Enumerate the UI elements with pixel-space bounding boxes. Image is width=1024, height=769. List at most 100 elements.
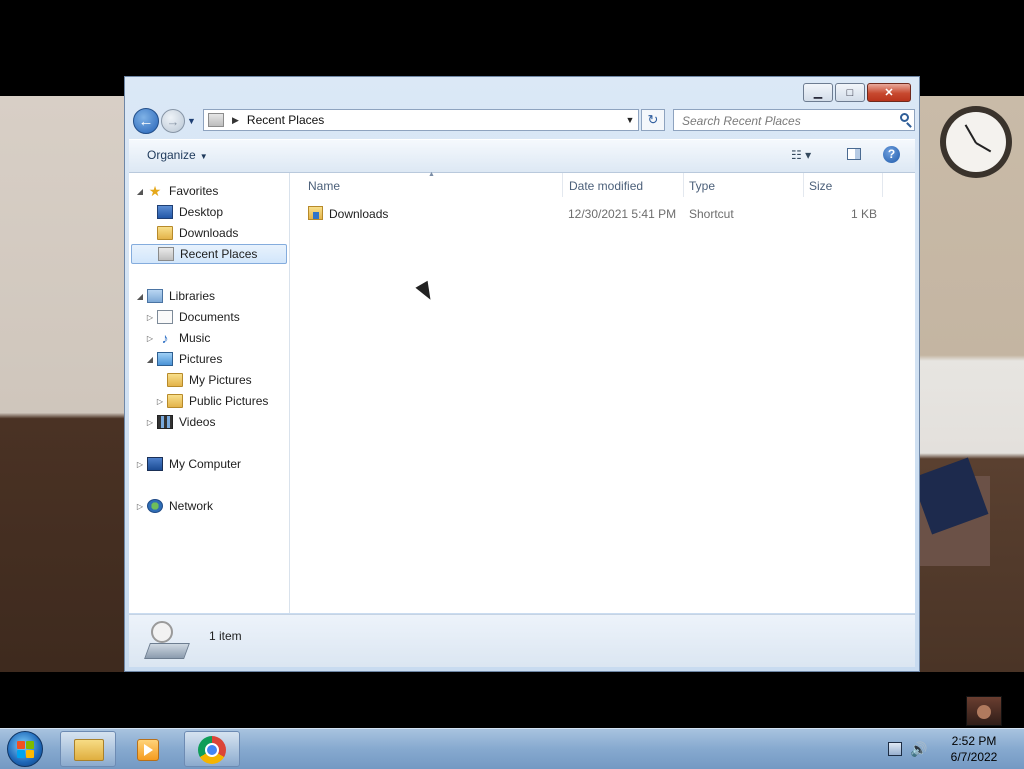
tree-label: Desktop [179,205,224,219]
expander-icon[interactable]: ▷ [135,502,145,511]
preview-pane-button[interactable] [847,148,861,160]
taskbar-chrome-button[interactable] [184,731,240,767]
taskbar-media-player-button[interactable] [122,731,178,767]
file-list: Name ▲ Date modified Type Size Downloads… [290,171,915,613]
tree-documents[interactable]: ▷ Documents [145,307,240,327]
media-player-icon [137,739,159,761]
libraries-icon [147,289,163,303]
computer-icon [147,457,163,471]
recent-places-icon [158,247,174,261]
close-button[interactable]: ✕ [867,83,911,102]
taskbar-explorer-button[interactable] [60,731,116,767]
expander-icon[interactable]: ▷ [145,313,155,322]
file-date-modified: 12/30/2021 5:41 PM [568,207,677,221]
search-icon[interactable] [900,113,909,122]
clock-date: 6/7/2022 [950,750,998,764]
tree-label: Public Pictures [189,394,269,408]
address-dropdown-icon[interactable]: ▼ [622,115,638,125]
address-bar[interactable]: ▶ Recent Places ▼ [203,109,639,131]
back-button[interactable]: ← [133,108,159,134]
column-header-name[interactable]: Name [308,179,340,193]
tree-label: Recent Places [180,247,258,261]
documents-icon [157,310,173,324]
tree-label: Videos [179,415,216,429]
folder-icon [74,739,104,761]
webcam-overlay [966,696,1002,726]
search-input[interactable] [680,110,894,132]
column-header-size[interactable]: Size [809,179,832,193]
tree-libraries[interactable]: ◢ Libraries [135,286,215,306]
tree-public-pictures[interactable]: ▷ Public Pictures [155,391,268,411]
recent-places-icon [208,113,224,127]
videos-icon [157,415,173,429]
navigation-bar: ← → ▼ ▶ Recent Places ▼ ↻ [133,108,915,134]
background-room-right [920,96,1024,672]
column-header-type[interactable]: Type [689,179,715,193]
recent-pages-dropdown[interactable]: ▼ [187,116,196,126]
taskbar-clock[interactable]: 2:52 PM 6/7/2022 [938,733,1010,765]
file-type: Shortcut [689,207,734,221]
tree-pictures[interactable]: ◢ Pictures [145,349,222,369]
expander-icon[interactable]: ◢ [145,355,155,364]
explorer-window: ▁ □ ✕ ← → ▼ ▶ Recent Places ▼ ↻ Organize… [124,76,920,672]
tree-label: Favorites [169,184,219,198]
tree-label: Libraries [169,289,216,303]
search-box[interactable] [673,109,915,132]
volume-icon[interactable]: 🔊 [910,741,927,758]
file-row[interactable]: Downloads 12/30/2021 5:41 PM Shortcut 1 … [304,203,904,225]
column-header-date-modified[interactable]: Date modified [569,179,643,193]
details-pane: 1 item [129,614,915,667]
expander-icon[interactable]: ◢ [135,187,145,196]
change-view-button[interactable]: ☷ ▾ [791,148,811,162]
breadcrumb-arrow-icon[interactable]: ▶ [232,115,239,126]
tree-videos[interactable]: ▷ Videos [145,412,215,432]
tree-music[interactable]: ▷ ♪ Music [145,328,210,348]
expander-icon[interactable]: ▷ [135,460,145,469]
network-icon [147,499,163,513]
tree-favorites[interactable]: ◢ ★ Favorites [135,181,218,201]
maximize-button[interactable]: □ [835,83,865,102]
organize-button[interactable]: Organize ▼ [147,148,208,162]
tree-label: Documents [179,310,240,324]
breadcrumb-recent-places[interactable]: Recent Places [247,113,622,127]
tree-my-pictures[interactable]: My Pictures [155,370,252,390]
tree-recent-places[interactable]: Recent Places [131,244,287,264]
music-icon: ♪ [161,330,169,346]
clock-time: 2:52 PM [951,734,997,748]
folder-icon [167,394,183,408]
desktop-icon [157,205,173,219]
tree-network[interactable]: ▷ Network [135,496,213,516]
minimize-button[interactable]: ▁ [803,83,833,102]
refresh-button[interactable]: ↻ [641,109,665,131]
navigation-pane: ◢ ★ Favorites Desktop Downloads Recent P… [129,173,290,613]
recent-places-large-icon [144,621,190,661]
tree-downloads[interactable]: Downloads [145,223,238,243]
background-wall-left [0,96,124,672]
tree-label: My Computer [169,457,242,471]
tree-my-computer[interactable]: ▷ My Computer [135,454,241,474]
star-icon: ★ [148,183,162,199]
expander-icon[interactable]: ▷ [145,418,155,427]
start-button[interactable] [7,731,43,767]
tree-label: Music [179,331,211,345]
help-button[interactable]: ? [883,146,900,163]
wall-clock-photo [940,106,1012,178]
chevron-down-icon: ▼ [199,152,208,161]
mouse-pointer-icon [415,280,437,304]
expander-icon[interactable]: ◢ [135,292,145,301]
sort-ascending-icon: ▲ [428,171,435,178]
pictures-icon [157,352,173,366]
tree-label: Network [169,499,214,513]
tree-desktop[interactable]: Desktop [145,202,223,222]
forward-button[interactable]: → [161,109,185,133]
system-tray: 🔊 [888,737,927,761]
file-size: 1 KB [851,207,878,221]
file-name[interactable]: Downloads [329,207,388,221]
expander-icon[interactable]: ▷ [145,334,155,343]
organize-label: Organize [147,148,196,162]
black-bottom-band [0,672,1024,728]
folder-icon [167,373,183,387]
network-tray-icon[interactable] [888,742,902,756]
shortcut-folder-icon [308,206,323,220]
expander-icon[interactable]: ▷ [155,397,165,406]
